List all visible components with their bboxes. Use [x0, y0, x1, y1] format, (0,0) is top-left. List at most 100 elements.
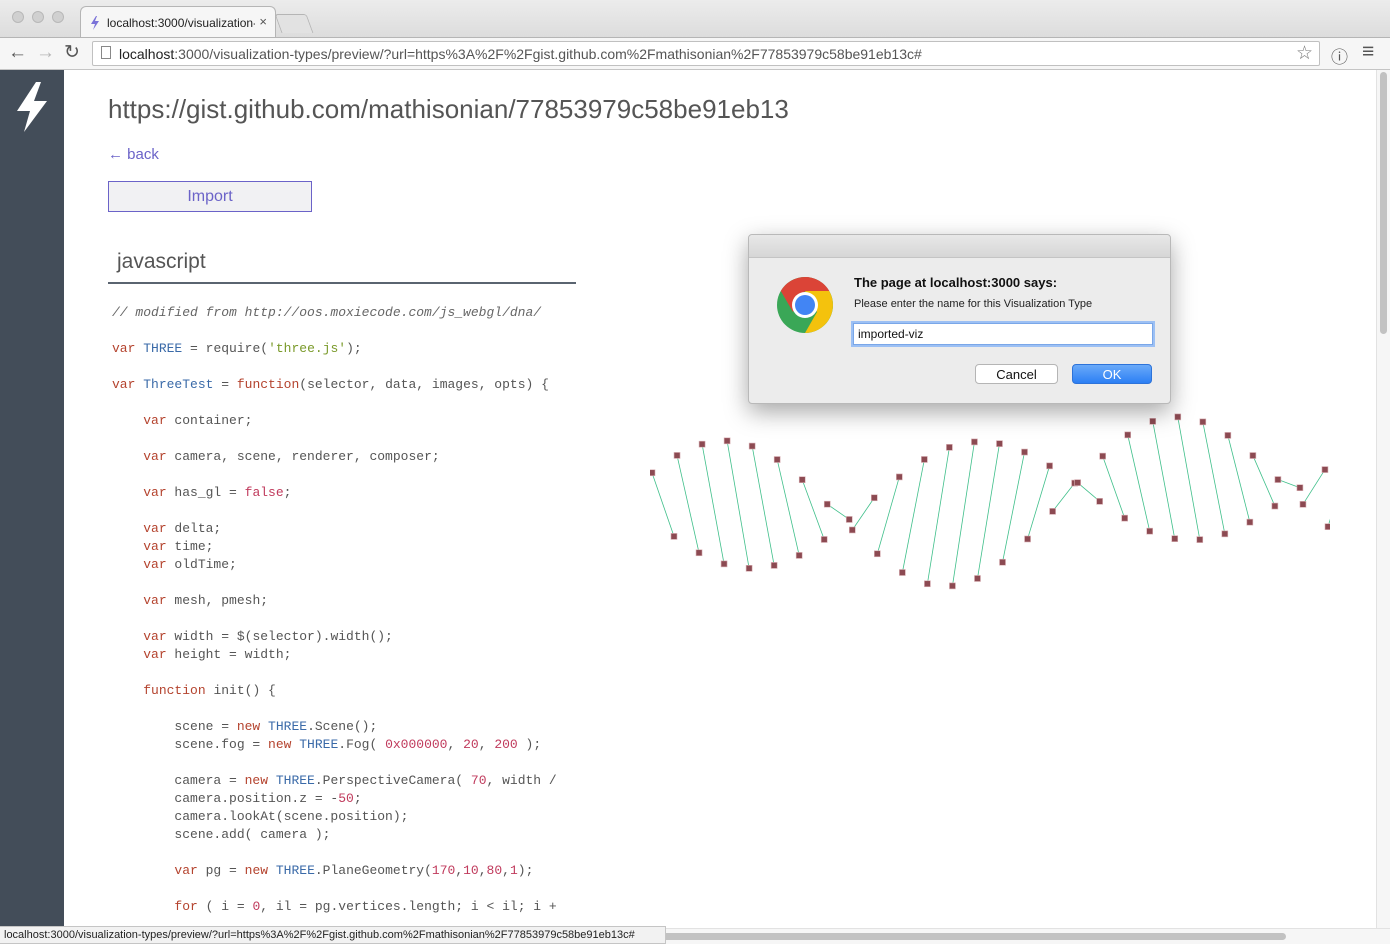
app-sidebar — [0, 70, 64, 944]
language-divider — [108, 282, 576, 284]
helix-node — [1096, 498, 1103, 505]
menu-icon[interactable]: ≡ — [1362, 40, 1374, 64]
helix-rung — [1227, 435, 1251, 523]
code-line: var has_gl = false; — [143, 485, 292, 500]
import-button[interactable]: Import — [108, 181, 312, 212]
back-link[interactable]: ← back — [108, 146, 159, 163]
reload-icon[interactable]: ↻ — [64, 43, 80, 63]
helix-rung — [1102, 455, 1126, 519]
helix-node — [1274, 476, 1282, 483]
helix-node — [670, 533, 678, 540]
window-close-control[interactable] — [12, 11, 24, 23]
dialog-title: The page at localhost:3000 says: — [854, 275, 1058, 290]
helix-rung — [1202, 421, 1226, 534]
address-path: :3000/visualization-types/preview/?url=h… — [174, 46, 922, 62]
vertical-scroll-thumb[interactable] — [1380, 72, 1387, 334]
helix-rung — [851, 497, 875, 531]
helix-node — [1146, 527, 1154, 535]
cancel-button[interactable]: Cancel — [975, 364, 1058, 384]
helix-node — [896, 473, 903, 481]
helix-node — [1299, 501, 1307, 508]
prompt-dialog: The page at localhost:3000 says: Please … — [748, 234, 1171, 404]
helix-node — [1321, 466, 1329, 473]
helix-rung — [676, 455, 700, 553]
window-minimize-control[interactable] — [32, 11, 44, 23]
dialog-titlebar — [749, 235, 1170, 258]
back-arrow-icon[interactable]: ← — [8, 43, 27, 63]
code-line: var time; — [143, 539, 214, 554]
helix-node — [946, 444, 953, 451]
helix-node — [1099, 452, 1106, 460]
lightning-bolt-icon[interactable] — [14, 82, 50, 132]
tab-bolt-icon — [91, 16, 99, 30]
visualization-name-input[interactable] — [853, 323, 1153, 345]
helix-node — [921, 456, 928, 463]
helix-rung — [1077, 482, 1100, 502]
helix-rung — [1152, 421, 1176, 539]
code-line: var container; — [143, 413, 253, 428]
tab-title: localhost:3000/visualization-types/previ… — [107, 16, 255, 30]
star-icon[interactable]: ☆ — [1296, 42, 1313, 65]
address-bar[interactable]: localhost:3000/visualization-types/previ… — [92, 41, 1320, 66]
helix-rung — [751, 445, 775, 566]
browser-tab[interactable]: localhost:3000/visualization-types/previ… — [80, 6, 276, 38]
main-content: https://gist.github.com/mathisonian/7785… — [64, 70, 1376, 926]
helix-node — [1296, 484, 1304, 492]
chrome-logo-icon — [777, 277, 833, 333]
helix-node — [845, 516, 853, 523]
helix-node — [650, 469, 656, 477]
browser-toolbar: ← → ↻ localhost:3000/visualization-types… — [0, 37, 1390, 70]
helix-rung — [1002, 451, 1025, 563]
info-icon[interactable]: ⓘ — [1331, 43, 1348, 68]
page-title: https://gist.github.com/mathisonian/7785… — [108, 94, 788, 124]
code-line: var width = $(selector).width(); — [143, 629, 393, 644]
helix-node — [1199, 418, 1207, 426]
window-zoom-control[interactable] — [52, 11, 64, 23]
helix-node — [870, 494, 878, 502]
code-block: // modified from http://oos.moxiecode.co… — [112, 304, 557, 916]
helix-node — [1074, 479, 1081, 486]
forward-arrow-icon[interactable]: → — [36, 43, 55, 63]
code-line: var ThreeTest = function(selector, data,… — [112, 377, 549, 392]
helix-rung — [1127, 434, 1151, 532]
helix-node — [1174, 413, 1182, 421]
tab-close-icon[interactable]: × — [259, 14, 267, 29]
helix-node — [1246, 518, 1254, 526]
code-line: camera.lookAt(scene.position); — [174, 809, 409, 824]
helix-node — [1024, 535, 1031, 543]
helix-node — [1046, 462, 1053, 470]
helix-rung — [901, 459, 925, 573]
address-host: localhost — [119, 46, 175, 62]
helix-node — [1149, 418, 1157, 425]
new-tab-button[interactable] — [274, 14, 314, 33]
helix-rung — [701, 444, 725, 564]
helix-rung — [927, 447, 950, 584]
helix-node — [1196, 536, 1204, 543]
helix-node — [773, 456, 781, 463]
helix-rung — [1027, 465, 1050, 540]
ok-button[interactable]: OK — [1072, 364, 1152, 384]
helix-node — [720, 560, 728, 568]
code-line: camera = new THREE.PerspectiveCamera( 70… — [112, 773, 557, 788]
code-line: // modified from http://oos.moxiecode.co… — [112, 305, 542, 320]
helix-node — [848, 526, 856, 534]
helix-node — [695, 549, 703, 557]
code-line: scene.fog = new THREE.Fog( 0x000000, 20,… — [112, 737, 542, 752]
helix-node — [748, 442, 756, 450]
code-line: var height = width; — [143, 647, 292, 662]
browser-titlebar: localhost:3000/visualization-types/previ… — [0, 0, 1390, 38]
helix-node — [745, 565, 753, 572]
address-url[interactable]: localhost:3000/visualization-types/previ… — [119, 46, 922, 62]
helix-node — [924, 580, 931, 588]
helix-node — [723, 437, 731, 445]
helix-rung — [1327, 518, 1330, 527]
vertical-scrollbar[interactable] — [1376, 70, 1390, 928]
language-heading: javascript — [117, 250, 206, 273]
helix-rung — [1052, 482, 1075, 512]
page-icon — [101, 46, 111, 59]
helix-node — [996, 440, 1003, 447]
helix-rung — [1302, 469, 1326, 505]
helix-rung — [1277, 479, 1301, 489]
helix-node — [698, 440, 706, 448]
helix-node — [795, 552, 803, 559]
